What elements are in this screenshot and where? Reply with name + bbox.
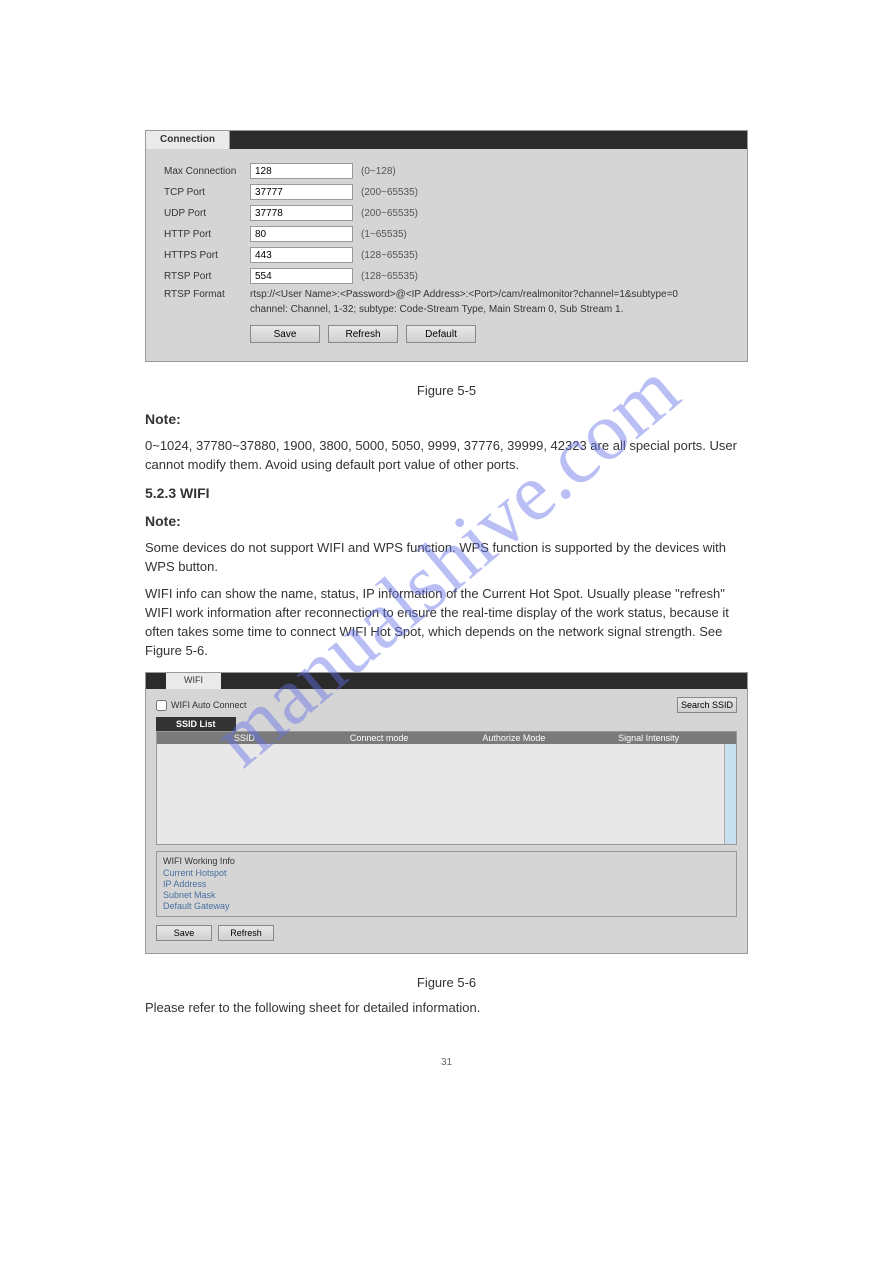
label-https-port: HTTPS Port <box>164 250 250 261</box>
figure-5-5-caption: Figure 5-5 <box>145 382 748 401</box>
label-max-connection: Max Connection <box>164 166 250 177</box>
footer-block: Figure 5-6 Please refer to the following… <box>145 954 748 1016</box>
col-blank-r <box>716 732 736 744</box>
ssid-table: SSID Connect mode Authorize Mode Signal … <box>156 731 737 845</box>
page-number: 31 <box>145 1057 748 1068</box>
ssid-list-tab[interactable]: SSID List <box>156 717 236 731</box>
panel-header: Connection <box>146 131 747 149</box>
ssid-list-tab-row: SSID List <box>156 717 737 731</box>
figure-5-6-caption: Figure 5-6 <box>145 974 748 992</box>
label-rtsp-format: RTSP Format <box>164 289 250 300</box>
label-udp-port: UDP Port <box>164 208 250 219</box>
wifi-panel: WIFI WIFI Auto Connect Search SSID SSID … <box>145 672 748 954</box>
col-connect-mode: Connect mode <box>312 732 447 744</box>
label-tcp-port: TCP Port <box>164 187 250 198</box>
input-max-connection[interactable] <box>250 163 353 179</box>
section-heading-wifi: 5.2.3 WIFI <box>145 483 748 503</box>
save-button[interactable]: Save <box>250 325 320 343</box>
col-signal: Signal Intensity <box>581 732 716 744</box>
row-rtsp-format-2: channel: Channel, 1-32; subtype: Code-St… <box>250 303 729 315</box>
row-tcp-port: TCP Port (200~65535) <box>164 184 729 200</box>
info-default-gateway: Default Gateway <box>163 901 730 911</box>
subhead-line: WIFI info can show the name, status, IP … <box>145 585 748 660</box>
rtsp-format-line1: rtsp://<User Name>:<Password>@<IP Addres… <box>250 289 678 300</box>
wifi-info-title: WIFI Working Info <box>163 856 730 866</box>
ssid-table-head: SSID Connect mode Authorize Mode Signal … <box>157 732 736 744</box>
search-ssid-button[interactable]: Search SSID <box>677 697 737 713</box>
default-button[interactable]: Default <box>406 325 476 343</box>
info-ip-address: IP Address <box>163 879 730 889</box>
range-http-port: (1~65535) <box>361 229 407 240</box>
wifi-auto-connect-label: WIFI Auto Connect <box>171 700 247 710</box>
note-title: Note: <box>145 409 748 429</box>
wifi-header: WIFI <box>146 673 747 689</box>
parameters-note: Please refer to the following sheet for … <box>145 999 748 1017</box>
row-rtsp-format: RTSP Format rtsp://<User Name>:<Password… <box>164 289 729 300</box>
row-max-connection: Max Connection (0~128) <box>164 163 729 179</box>
col-auth-mode: Authorize Mode <box>447 732 582 744</box>
range-max-connection: (0~128) <box>361 166 396 177</box>
input-rtsp-port[interactable] <box>250 268 353 284</box>
wifi-refresh-button[interactable]: Refresh <box>218 925 274 941</box>
connection-buttons: Save Refresh Default <box>250 325 729 343</box>
wifi-auto-connect[interactable]: WIFI Auto Connect <box>156 700 247 711</box>
wifi-button-row: Save Refresh <box>156 925 737 941</box>
label-http-port: HTTP Port <box>164 229 250 240</box>
rtsp-format-line2: channel: Channel, 1-32; subtype: Code-St… <box>250 304 623 315</box>
range-tcp-port: (200~65535) <box>361 187 418 198</box>
ssid-table-body <box>157 744 736 844</box>
wifi-info-box: WIFI Working Info Current Hotspot IP Add… <box>156 851 737 917</box>
row-rtsp-port: RTSP Port (128~65535) <box>164 268 729 284</box>
range-rtsp-port: (128~65535) <box>361 271 418 282</box>
subhead-body: Some devices do not support WIFI and WPS… <box>145 539 748 577</box>
range-https-port: (128~65535) <box>361 250 418 261</box>
note-body: 0~1024, 37780~37880, 1900, 3800, 5000, 5… <box>145 437 748 475</box>
wifi-body: WIFI Auto Connect Search SSID SSID List … <box>146 689 747 953</box>
info-subnet-mask: Subnet Mask <box>163 890 730 900</box>
col-ssid: SSID <box>177 732 312 744</box>
wifi-save-button[interactable]: Save <box>156 925 212 941</box>
scrollbar[interactable] <box>724 744 736 844</box>
range-udp-port: (200~65535) <box>361 208 418 219</box>
label-rtsp-port: RTSP Port <box>164 271 250 282</box>
input-http-port[interactable] <box>250 226 353 242</box>
info-current-hotspot: Current Hotspot <box>163 868 730 878</box>
checkbox-wifi-auto[interactable] <box>156 700 167 711</box>
doc-block: Figure 5-5 Note: 0~1024, 37780~37880, 19… <box>145 362 748 660</box>
row-http-port: HTTP Port (1~65535) <box>164 226 729 242</box>
subhead-note: Note: <box>145 511 748 531</box>
col-blank-l <box>157 732 177 744</box>
panel-body: Max Connection (0~128) TCP Port (200~655… <box>146 149 747 361</box>
row-udp-port: UDP Port (200~65535) <box>164 205 729 221</box>
row-https-port: HTTPS Port (128~65535) <box>164 247 729 263</box>
input-tcp-port[interactable] <box>250 184 353 200</box>
connection-panel: Connection Max Connection (0~128) TCP Po… <box>145 130 748 362</box>
input-udp-port[interactable] <box>250 205 353 221</box>
wifi-tab[interactable]: WIFI <box>166 673 221 689</box>
wifi-top-row: WIFI Auto Connect Search SSID <box>156 697 737 713</box>
tab-connection[interactable]: Connection <box>146 131 230 149</box>
input-https-port[interactable] <box>250 247 353 263</box>
refresh-button[interactable]: Refresh <box>328 325 398 343</box>
